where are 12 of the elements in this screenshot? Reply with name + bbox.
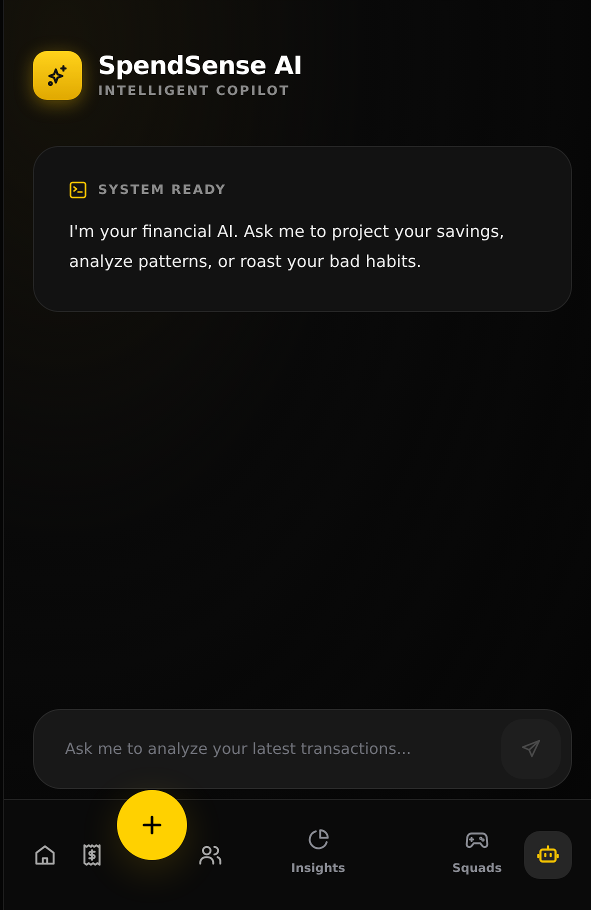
message-label: SYSTEM READY	[98, 182, 226, 198]
nav-item[interactable]: Insights	[291, 827, 346, 875]
plus-icon	[140, 813, 164, 837]
app-title: SpendSense AI	[98, 52, 302, 80]
message-text: I'm your financial AI. Ask me to project your savings, analyze patterns, or roast your bad habits.	[69, 221, 506, 273]
message-input[interactable]: Ask me to analyze your latest transactions...	[63, 739, 501, 759]
send-icon	[520, 738, 542, 760]
app-subtitle: INTELLIGENT COPILOT	[98, 84, 291, 99]
nav-item[interactable]	[524, 831, 572, 879]
nav-item[interactable]: Squads	[452, 827, 502, 875]
sparkle-icon	[33, 51, 82, 100]
terminal-icon	[69, 181, 87, 199]
